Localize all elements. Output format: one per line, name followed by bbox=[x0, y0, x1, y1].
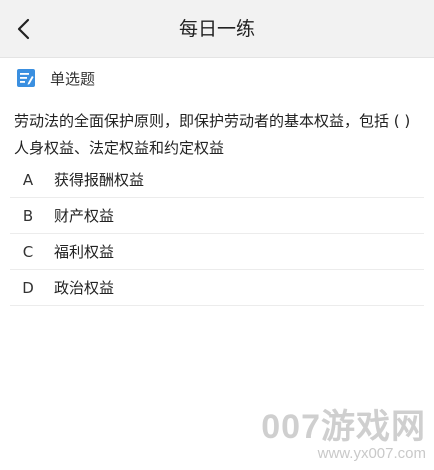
option-text: 获得报酬权益 bbox=[54, 171, 145, 189]
question-type: 单选题 bbox=[16, 65, 95, 91]
option-c[interactable]: C 福利权益 bbox=[10, 234, 424, 270]
question-text-line-1: 劳动法的全面保护原则，即保护劳动者的基本权益，包括 ( ) bbox=[14, 112, 411, 130]
watermark-logo-text: 007游戏网 bbox=[261, 408, 426, 446]
site-watermark: 007游戏网 www.yx007.com bbox=[261, 408, 426, 462]
option-d[interactable]: D 政治权益 bbox=[10, 270, 424, 306]
watermark-url: www.yx007.com bbox=[317, 445, 426, 462]
option-b[interactable]: B 财产权益 bbox=[10, 198, 424, 234]
option-text: 福利权益 bbox=[54, 243, 115, 261]
option-letter: D bbox=[22, 278, 34, 297]
question-type-label: 单选题 bbox=[50, 69, 96, 88]
options-list: A 获得报酬权益 B 财产权益 C 福利权益 D 政治权益 bbox=[0, 162, 434, 306]
question-text-line-2: 人身权益、法定权益和约定权益 bbox=[14, 139, 225, 157]
page-title: 每日一练 bbox=[178, 18, 255, 40]
option-text: 财产权益 bbox=[54, 207, 115, 225]
question-text: 劳动法的全面保护原则，即保护劳动者的基本权益，包括 ( ) 人身权益、法定权益和… bbox=[14, 108, 432, 162]
top-nav-bar: 每日一练 bbox=[0, 0, 434, 58]
option-letter: C bbox=[22, 242, 34, 261]
option-text: 政治权益 bbox=[54, 279, 115, 297]
option-letter: A bbox=[22, 170, 34, 189]
option-a[interactable]: A 获得报酬权益 bbox=[10, 162, 424, 198]
edit-note-icon bbox=[16, 68, 36, 88]
option-letter: B bbox=[22, 206, 34, 225]
